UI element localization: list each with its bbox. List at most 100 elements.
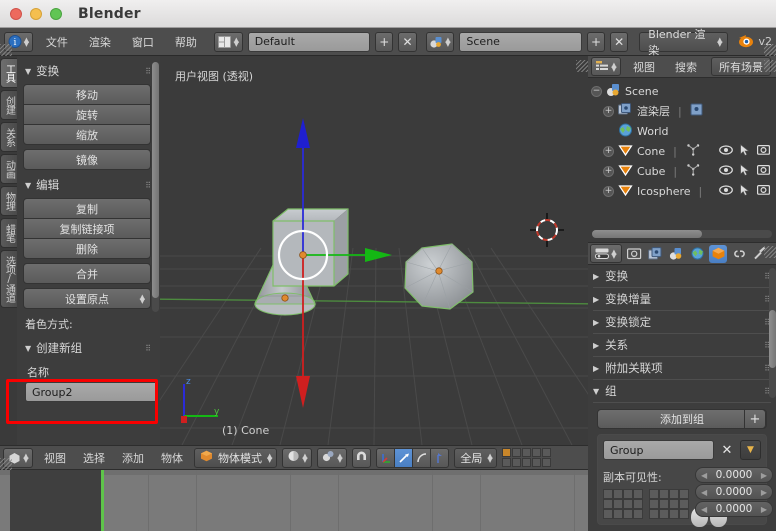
modifiers-tab-icon[interactable] <box>751 245 769 263</box>
increment-icon[interactable]: ▶ <box>761 505 767 514</box>
delete-screen-layout-button[interactable]: ✕ <box>398 31 417 52</box>
collapse-icon[interactable]: − <box>591 85 602 97</box>
expand-icon[interactable]: + <box>603 165 614 177</box>
properties-section-transform[interactable]: ▶ 变换 ⠿ <box>593 265 771 288</box>
selectable-cursor-icon[interactable] <box>740 143 750 159</box>
viewport-menu-add[interactable]: 添加 <box>116 448 150 468</box>
visibility-eye-icon[interactable] <box>719 164 733 178</box>
properties-section-custom-properties[interactable]: ▶ 附加关联项 ⠿ <box>593 357 771 380</box>
scale-manipulator-icon[interactable] <box>412 447 432 468</box>
scene-browse-button[interactable]: ▲ ▼ <box>425 31 455 52</box>
tool-tab-animation[interactable]: 动画 <box>0 154 17 184</box>
viewport-menu-object[interactable]: 物体 <box>155 448 189 468</box>
viewport-menu-select[interactable]: 选择 <box>77 448 111 468</box>
dupli-offset-z-field[interactable]: ◀ 0.0000 ▶ <box>695 501 773 517</box>
decrement-icon[interactable]: ◀ <box>701 505 707 514</box>
properties-section-delta-transform[interactable]: ▶ 变换增量 ⠿ <box>593 288 771 311</box>
increment-icon[interactable]: ▶ <box>761 471 767 480</box>
object-tab-icon[interactable] <box>709 244 727 263</box>
scene-layers-grid[interactable] <box>501 448 551 467</box>
menu-render[interactable]: 渲染 <box>81 32 119 52</box>
tool-button-duplicate-linked[interactable]: 复制链接项 <box>23 218 151 239</box>
constraints-tab-icon[interactable] <box>730 245 748 263</box>
tool-button-rotate[interactable]: 旋转 <box>23 104 151 125</box>
outliner-row-icosphere[interactable]: + Icosphere | <box>591 181 776 201</box>
increment-icon[interactable]: ▶ <box>761 488 767 497</box>
outliner-menu-view[interactable]: 视图 <box>625 57 663 77</box>
add-screen-layout-button[interactable]: + <box>375 31 394 52</box>
screen-layout-name-field[interactable]: Default <box>247 31 371 52</box>
plus-icon[interactable]: + <box>744 409 766 429</box>
group-name-field[interactable]: Group <box>603 440 714 460</box>
timeline-playhead[interactable] <box>101 470 104 531</box>
tool-tab-create[interactable]: 创建 <box>0 90 17 120</box>
info-editor-type-button[interactable]: i ▲ ▼ <box>4 31 33 52</box>
x-icon[interactable]: ✕ <box>720 443 734 458</box>
tool-button-mirror[interactable]: 镜像 <box>23 149 151 170</box>
outliner-horizontal-scrollbar[interactable] <box>592 230 772 238</box>
timeline-editor[interactable] <box>0 470 588 531</box>
visibility-eye-icon[interactable] <box>719 144 733 158</box>
decrement-icon[interactable]: ◀ <box>701 488 707 497</box>
add-scene-button[interactable]: + <box>586 31 606 52</box>
translate-manipulator-icon[interactable] <box>376 447 396 468</box>
tool-tab-options[interactable]: 选项/通道 <box>0 250 17 308</box>
tool-button-duplicate[interactable]: 复制 <box>23 198 151 219</box>
chevron-down-icon[interactable]: ▼ <box>740 440 761 460</box>
screen-layout-browse-button[interactable]: ▲ ▼ <box>213 31 243 52</box>
3d-viewport[interactable]: z y 用户视图 (透视) (1) Cone <box>160 56 588 445</box>
create-group-panel-header[interactable]: ▼ 创建新组 ⠿ <box>23 337 154 361</box>
transform-panel-header[interactable]: ▼ 变换 ⠿ <box>23 60 154 84</box>
outliner-row-render-layers[interactable]: + 渲染层 | <box>591 101 776 121</box>
expand-icon[interactable]: + <box>603 145 614 157</box>
group-name-input[interactable]: Group2 <box>25 382 159 402</box>
properties-scrollbar[interactable] <box>769 268 776 398</box>
set-origin-dropdown[interactable]: 设置原点 ▲ ▼ <box>23 288 151 309</box>
edit-panel-header[interactable]: ▼ 编辑 ⠿ <box>23 174 154 198</box>
properties-section-groups[interactable]: ▼ 组 ⠿ <box>593 380 771 403</box>
selectable-cursor-icon[interactable] <box>740 163 750 179</box>
outliner-row-cone[interactable]: + Cone | <box>591 141 776 161</box>
outliner-editor-type-button[interactable]: ▲ ▼ <box>591 57 621 76</box>
interaction-mode-dropdown[interactable]: 物体模式 ▲ ▼ <box>194 447 278 468</box>
outliner-display-mode-dropdown[interactable]: 所有场景 <box>711 57 771 76</box>
add-to-group-button[interactable]: 添加到组 + <box>597 409 767 429</box>
render-layers-tab-icon[interactable] <box>646 245 664 263</box>
world-tab-icon[interactable] <box>688 245 706 263</box>
pivot-point-dropdown[interactable]: ▲ ▼ <box>317 447 348 468</box>
3d-view-editor-type-button[interactable]: ▲ ▼ <box>3 447 33 468</box>
tool-button-scale[interactable]: 缩放 <box>23 124 151 145</box>
minimize-window-button[interactable] <box>30 7 42 20</box>
rotate-manipulator-icon[interactable] <box>394 447 414 468</box>
properties-section-transform-locks[interactable]: ▶ 变换锁定 ⠿ <box>593 311 771 334</box>
tool-button-translate[interactable]: 移动 <box>23 84 151 105</box>
tool-button-join[interactable]: 合并 <box>23 263 151 284</box>
tool-shelf-scrollbar[interactable] <box>152 62 159 312</box>
tool-tab-grease-pencil[interactable]: 蜡笔 <box>0 218 17 248</box>
snap-magnet-toggle[interactable] <box>352 447 372 468</box>
tool-tab-tools[interactable]: 工具 <box>0 58 17 88</box>
transform-orientation-dropdown[interactable]: 全局 ▲ ▼ <box>454 447 497 468</box>
outliner-row-scene[interactable]: − Scene <box>591 81 776 101</box>
renderability-camera-icon[interactable] <box>757 144 771 158</box>
menu-help[interactable]: 帮助 <box>167 32 205 52</box>
outliner-row-world[interactable]: World <box>591 121 776 141</box>
viewport-menu-view[interactable]: 视图 <box>38 448 72 468</box>
menu-window[interactable]: 窗口 <box>124 32 162 52</box>
renderability-camera-icon[interactable] <box>757 184 771 198</box>
tool-button-delete[interactable]: 删除 <box>23 238 151 259</box>
menu-file[interactable]: 文件 <box>38 32 76 52</box>
dupli-offset-y-field[interactable]: ◀ 0.0000 ▶ <box>695 484 773 500</box>
properties-editor-type-button[interactable]: ▲ ▼ <box>590 244 622 263</box>
tool-tab-physics[interactable]: 物理 <box>0 186 17 216</box>
expand-icon[interactable]: + <box>603 185 614 197</box>
tool-tab-relations[interactable]: 关系 <box>0 122 17 152</box>
scene-name-field[interactable]: Scene <box>459 31 582 52</box>
properties-section-relations[interactable]: ▶ 关系 ⠿ <box>593 334 771 357</box>
dupli-offset-x-field[interactable]: ◀ 0.0000 ▶ <box>695 467 773 483</box>
delete-scene-button[interactable]: ✕ <box>610 31 629 52</box>
renderability-camera-icon[interactable] <box>757 164 771 178</box>
scene-tab-icon[interactable] <box>667 245 685 263</box>
outliner-row-cube[interactable]: + Cube | <box>591 161 776 181</box>
visibility-eye-icon[interactable] <box>719 184 733 198</box>
